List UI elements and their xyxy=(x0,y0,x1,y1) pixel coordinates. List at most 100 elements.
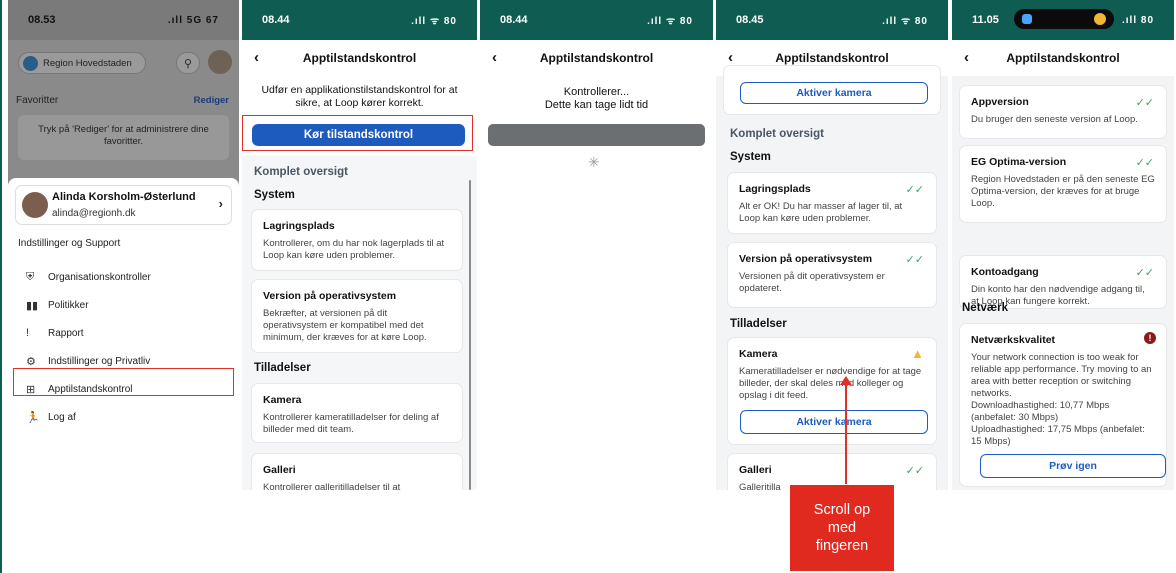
status-icons: .ıll ᯤ 80 xyxy=(411,16,457,27)
shield-icon: ⛨ xyxy=(26,270,35,283)
status-bar: 08.44 .ıll ᯤ 80 xyxy=(242,0,477,40)
os-card: Version på operativsystem Bekræfter, at … xyxy=(252,280,462,352)
disabled-run-button xyxy=(488,124,705,146)
indicator-dot xyxy=(1022,14,1032,24)
chevron-right-icon: › xyxy=(218,196,223,211)
avatar xyxy=(22,192,48,218)
status-time: 08.45 xyxy=(736,14,764,26)
avatar-top[interactable] xyxy=(208,50,232,74)
page-title: Apptilstandskontrol xyxy=(539,51,654,65)
gallery-card: Galleri Kontrollerer galleritilladelser … xyxy=(252,454,462,490)
appversion-card: ✓✓ Appversion Du bruger den seneste vers… xyxy=(960,86,1166,138)
page-title: Apptilstandskontrol xyxy=(302,51,417,65)
storage-text: Alt er OK! Du har masser af lager til, a… xyxy=(739,201,903,224)
content: ✓✓ Appversion Du bruger den seneste vers… xyxy=(952,76,1174,490)
back-chevron-icon[interactable]: ‹ xyxy=(728,49,733,66)
error-icon: ! xyxy=(1144,332,1156,344)
scroll-callout: Scroll op med fingeren xyxy=(790,485,894,571)
scroll-arrow-head-icon xyxy=(840,376,852,385)
activate-camera-button-2[interactable]: Aktiver kamera xyxy=(740,410,928,434)
check-icon: ✓✓ xyxy=(1135,267,1154,279)
gallery-text: Kontrollerer galleritilladelser til at xyxy=(263,482,401,490)
checking-line-2: Dette kan tage lidt tid xyxy=(544,99,649,111)
status-icons: .ıll 5G 67 xyxy=(167,14,219,26)
menu-item[interactable]: 🏃 Log af xyxy=(26,404,229,430)
highlight-menu-item xyxy=(13,368,234,396)
nav-bar: ‹ Apptilstandskontrol xyxy=(480,40,713,76)
profile-email: alinda@regionh.dk xyxy=(52,208,136,219)
content: Aktiver kamera Komplet oversigt System ✓… xyxy=(716,66,948,490)
menu-item[interactable]: ! Rapport xyxy=(26,320,229,346)
status-time: 08.53 xyxy=(28,14,56,26)
profile-name: Alinda Korsholm-Østerlund xyxy=(52,191,196,203)
storage-card: ✓✓ Lagringsplads Alt er OK! Du har masse… xyxy=(728,173,936,233)
scrollbar[interactable] xyxy=(469,180,471,490)
overview-heading: Komplet oversigt xyxy=(254,166,348,178)
content: Kontrollerer... Dette kan tage lidt tid … xyxy=(480,76,713,490)
alert-dot-icon xyxy=(1094,13,1106,25)
status-time: 08.44 xyxy=(262,14,290,26)
back-chevron-icon[interactable]: ‹ xyxy=(254,49,259,66)
appversion-text: Du bruger den seneste version af Loop. xyxy=(971,114,1138,125)
edit-favorites-link[interactable]: Rediger xyxy=(194,95,229,106)
page-title: Apptilstandskontrol xyxy=(775,51,889,65)
os-text: Bekræfter, at versionen på dit operativs… xyxy=(263,308,427,343)
network-quality-title: Netværkskvalitet xyxy=(971,334,1056,346)
download-speed: Downloadhastighed: 10,77 Mbps (anbefalet… xyxy=(971,400,1110,423)
exclamation-icon: ! xyxy=(26,327,30,339)
permissions-heading: Tilladelser xyxy=(254,362,311,374)
status-bar: 11.05 .ıll 80 xyxy=(952,0,1174,40)
menu-item[interactable]: ▮▮ Politikker xyxy=(26,292,229,318)
status-icons: .ıll ᯤ 80 xyxy=(882,16,928,27)
menu-item[interactable]: ⛨ Organisationskontroller xyxy=(26,264,229,290)
network-quality-text: Your network connection is too weak for … xyxy=(971,352,1152,399)
overview-heading: Komplet oversigt xyxy=(730,128,824,140)
phone-start: 08.44 .ıll ᯤ 80 ‹ Apptilstandskontrol Ud… xyxy=(242,0,477,490)
search-icon: ⚲ xyxy=(183,57,193,70)
account-title: Kontoadgang xyxy=(971,266,1039,278)
status-icons: .ıll 80 xyxy=(1121,14,1154,26)
scroll-arrow-line xyxy=(845,382,847,484)
nav-bar: ‹ Apptilstandskontrol xyxy=(952,40,1174,76)
phone-menu: 08.53 .ıll 5G 67 Region Hovedstaden ⚲ Fa… xyxy=(8,0,239,490)
activate-camera-button[interactable]: Aktiver kamera xyxy=(740,82,928,104)
account-card: ✓✓ Kontoadgang Din konto har den nødvend… xyxy=(960,256,1166,308)
retry-button[interactable]: Prøv igen xyxy=(980,454,1166,478)
menu-item-label: Politikker xyxy=(48,299,89,311)
gallery-title: Galleri xyxy=(263,464,296,476)
status-bar: 08.53 .ıll 5G 67 xyxy=(8,0,239,40)
eg-title: EG Optima-version xyxy=(971,156,1067,168)
back-chevron-icon[interactable]: ‹ xyxy=(492,49,497,66)
intro-text: Udfør en applikationstilstandskontrol fo… xyxy=(261,84,458,109)
check-icon: ✓✓ xyxy=(905,184,924,196)
os-title: Version på operativsystem xyxy=(739,253,873,265)
search-button[interactable]: ⚲ xyxy=(176,52,200,74)
system-heading: System xyxy=(730,151,771,163)
warning-icon: ▲ xyxy=(911,346,924,361)
favorites-hint: Tryk på 'Rediger' for at administrere di… xyxy=(18,115,229,160)
os-title: Version på operativsystem xyxy=(263,290,397,302)
phone-results-network: 11.05 .ıll 80 ‹ Apptilstandskontrol ✓✓ A… xyxy=(952,0,1174,490)
os-text: Versionen på dit operativsystem er opdat… xyxy=(739,271,885,294)
storage-title: Lagringsplads xyxy=(739,183,811,195)
profile-card[interactable]: Alinda Korsholm-Østerlund alinda@regionh… xyxy=(16,186,231,224)
back-chevron-icon[interactable]: ‹ xyxy=(964,49,969,66)
org-chip[interactable]: Region Hovedstaden xyxy=(18,52,146,74)
status-time: 11.05 xyxy=(972,14,999,26)
favorites-label: Favoritter xyxy=(16,95,59,106)
camera-title: Kamera xyxy=(739,348,778,360)
camera-title: Kamera xyxy=(263,394,302,406)
highlight-run-button xyxy=(242,115,473,151)
settings-heading: Indstillinger og Support xyxy=(18,238,121,249)
loading-spinner-icon: ✳ xyxy=(588,154,600,170)
page-title: Apptilstandskontrol xyxy=(1006,51,1120,65)
system-heading: System xyxy=(254,189,295,201)
storage-title: Lagringsplads xyxy=(263,220,335,232)
nav-bar: ‹ Apptilstandskontrol xyxy=(242,40,477,76)
check-icon: ✓✓ xyxy=(905,254,924,266)
camera-card: Kamera Kontrollerer kameratilladelser fo… xyxy=(252,384,462,442)
status-time: 08.44 xyxy=(500,14,528,26)
upload-speed: Uploadhastighed: 17,75 Mbps (anbefalet: … xyxy=(971,424,1145,447)
book-icon: ▮▮ xyxy=(26,299,39,312)
network-heading: Netværk xyxy=(962,302,1009,314)
